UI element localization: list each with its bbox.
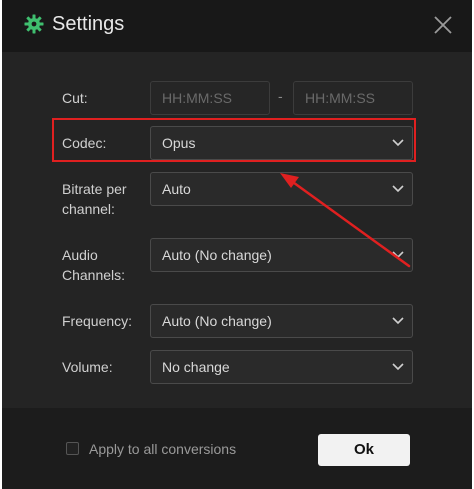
close-icon[interactable]	[432, 14, 454, 36]
bitrate-label-line1: Bitrate per	[62, 181, 127, 197]
audio-channels-label-line2: Channels:	[62, 267, 126, 283]
audio-channels-label-line1: Audio	[62, 247, 98, 263]
dialog-title: Settings	[52, 13, 125, 35]
frequency-value: Auto (No change)	[162, 313, 272, 329]
audio-channels-value: Auto (No change)	[162, 247, 272, 263]
cut-label: Cut:	[62, 90, 88, 106]
volume-label: Volume:	[62, 359, 113, 375]
frequency-label: Frequency:	[62, 313, 133, 329]
titlebar: Settings	[2, 0, 472, 52]
chevron-down-icon	[392, 139, 404, 147]
codec-label: Codec:	[62, 135, 107, 151]
chevron-down-icon	[392, 317, 404, 325]
ok-button[interactable]: Ok	[318, 434, 410, 466]
apply-all-label: Apply to all conversions	[89, 441, 237, 457]
frequency-select[interactable]: Auto (No change)	[150, 304, 413, 338]
chevron-down-icon	[392, 251, 404, 259]
audio-channels-select[interactable]: Auto (No change)	[150, 238, 413, 272]
cut-start-input[interactable]: HH:MM:SS	[150, 81, 270, 115]
codec-select[interactable]: Opus	[150, 126, 413, 160]
bitrate-select[interactable]: Auto	[150, 172, 413, 206]
bitrate-label-line2: channel:	[62, 201, 115, 217]
chevron-down-icon	[392, 185, 404, 193]
volume-select[interactable]: No change	[150, 350, 413, 384]
settings-dialog: Settings Cut: HH:MM:SS - HH:MM:SS Codec:…	[2, 0, 472, 489]
chevron-down-icon	[392, 363, 404, 371]
volume-value: No change	[162, 359, 230, 375]
cut-separator: -	[278, 88, 283, 104]
bitrate-value: Auto	[162, 181, 191, 197]
apply-all-checkbox[interactable]	[66, 442, 79, 455]
cut-end-input[interactable]: HH:MM:SS	[293, 81, 413, 115]
gear-icon	[24, 14, 44, 34]
codec-value: Opus	[162, 135, 196, 151]
